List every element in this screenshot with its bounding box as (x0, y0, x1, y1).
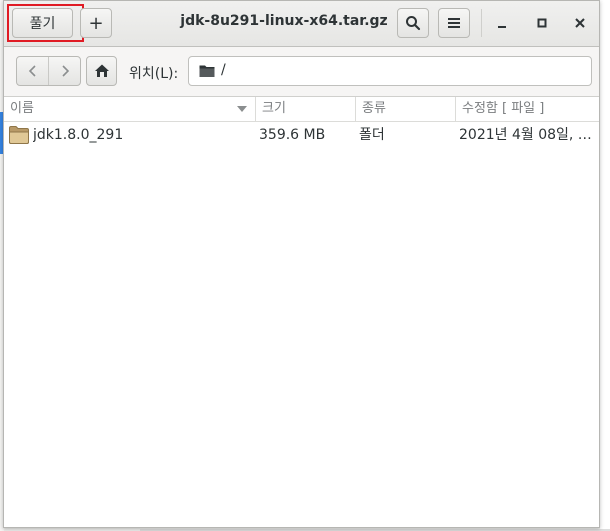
close-button[interactable] (565, 8, 595, 38)
column-header-type[interactable]: 종류 (355, 97, 455, 121)
add-files-label: + (88, 12, 104, 34)
headerbar-separator (481, 9, 482, 37)
file-modified: 2021년 4월 08일, … (459, 127, 592, 143)
file-row[interactable]: jdk1.8.0_291 359.6 MB 폴더 2021년 4월 08일, … (4, 122, 599, 148)
column-header-size[interactable]: 크기 (255, 97, 355, 121)
add-files-button[interactable]: + (80, 8, 112, 38)
maximize-icon (537, 18, 547, 28)
home-icon (94, 64, 109, 77)
menu-button[interactable] (438, 8, 470, 38)
location-toolbar: 위치(L): / (4, 47, 599, 97)
column-header-name[interactable]: 이름 (4, 97, 255, 121)
sort-descending-icon (237, 106, 247, 112)
file-list-header: 이름 크기 종류 수정함 [ 파일 ] (4, 97, 599, 122)
back-button[interactable] (17, 57, 49, 85)
location-path: / (221, 62, 226, 78)
location-entry[interactable]: / (188, 56, 592, 86)
chevron-right-icon (61, 65, 69, 77)
archive-manager-window: 풀기 + jdk-8u291-linux-x64.tar.gz 위치(L): /… (3, 0, 600, 528)
column-header-modified[interactable]: 수정함 [ 파일 ] (455, 97, 599, 121)
minimize-button[interactable] (487, 8, 517, 38)
file-name: jdk1.8.0_291 (33, 127, 124, 143)
highlight-annotation (7, 4, 84, 42)
folder-icon (9, 126, 29, 144)
maximize-button[interactable] (527, 8, 557, 38)
location-label: 위치(L): (129, 66, 179, 82)
search-button[interactable] (397, 8, 429, 38)
close-icon (575, 18, 585, 28)
search-icon (406, 16, 421, 31)
file-type: 폴더 (359, 127, 385, 143)
chevron-left-icon (28, 65, 36, 77)
background-window-right (600, 0, 610, 531)
folder-icon (199, 65, 215, 77)
headerbar: 풀기 + jdk-8u291-linux-x64.tar.gz (4, 1, 599, 47)
window-title: jdk-8u291-linux-x64.tar.gz (180, 13, 388, 29)
file-size: 359.6 MB (259, 127, 326, 143)
navigation-group (16, 56, 81, 86)
home-button[interactable] (86, 56, 117, 86)
minimize-icon (498, 26, 506, 28)
forward-button[interactable] (49, 57, 80, 85)
hamburger-menu-icon (448, 18, 460, 28)
